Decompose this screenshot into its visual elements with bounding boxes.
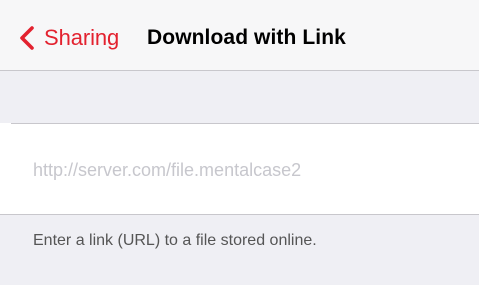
back-button[interactable]: Sharing (17, 22, 119, 54)
page-title: Download with Link (147, 26, 346, 49)
section-footer-hint: Enter a link (URL) to a file stored onli… (33, 232, 317, 249)
url-input[interactable] (33, 157, 463, 183)
chevron-left-icon (17, 25, 37, 51)
back-button-label: Sharing (44, 25, 120, 50)
cell-separator-top (11, 123, 479, 124)
cell-separator-bottom (0, 214, 479, 215)
url-cell (0, 123, 479, 215)
navigation-bar: Sharing Download with Link (0, 0, 479, 71)
download-with-link-screen: Sharing Download with Link Enter a link … (0, 0, 479, 285)
